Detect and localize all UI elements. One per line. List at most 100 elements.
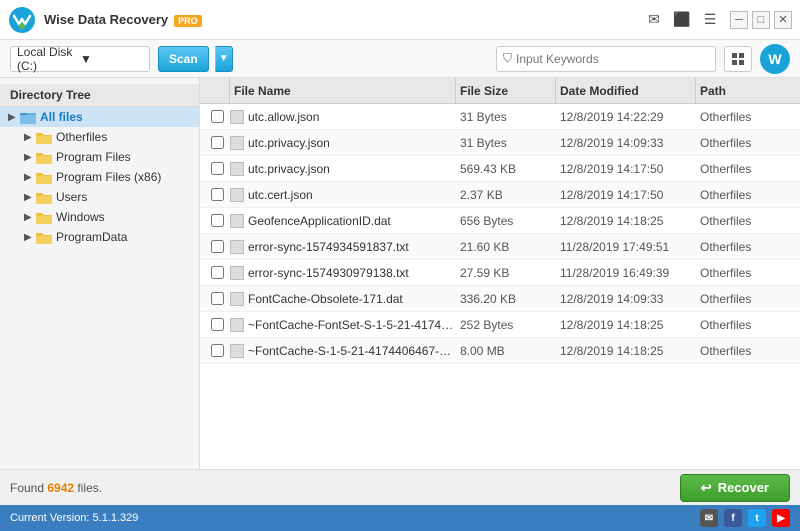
sidebar-item-otherfiles[interactable]: ▶ Otherfiles — [0, 127, 199, 147]
row-checkbox[interactable] — [204, 292, 230, 305]
row-checkbox[interactable] — [204, 214, 230, 227]
file-checkbox-input[interactable] — [211, 318, 224, 331]
drive-label: Local Disk (C:) — [17, 45, 80, 73]
recover-button[interactable]: ↩ Recover — [680, 474, 790, 502]
scan-button[interactable]: Scan — [158, 46, 209, 72]
table-row[interactable]: ~FontCache-FontSet-S-1-5-21-4174406467-3… — [200, 312, 800, 338]
search-input[interactable] — [516, 52, 709, 66]
table-row[interactable]: error-sync-1574930979138.txt 27.59 KB 11… — [200, 260, 800, 286]
email-icon[interactable]: ✉ — [700, 509, 718, 527]
file-checkbox-input[interactable] — [211, 240, 224, 253]
file-type-icon — [230, 318, 244, 332]
table-row[interactable]: utc.allow.json 31 Bytes 12/8/2019 14:22:… — [200, 104, 800, 130]
file-type-icon — [230, 136, 244, 150]
tree-arrow-programfiles: ▶ — [24, 152, 36, 163]
file-path: Otherfiles — [696, 110, 796, 124]
row-checkbox[interactable] — [204, 162, 230, 175]
scan-label: Scan — [169, 52, 198, 66]
file-name-cell: utc.cert.json — [230, 188, 456, 202]
file-type-icon — [230, 344, 244, 358]
file-date: 12/8/2019 14:18:25 — [556, 344, 696, 358]
menu-icon[interactable]: ☰ — [702, 12, 718, 28]
sidebar-item-users[interactable]: ▶ Users — [0, 187, 199, 207]
file-name: ~FontCache-S-1-5-21-4174406467-338816185… — [248, 344, 456, 358]
view-toggle-button[interactable] — [724, 46, 752, 72]
folder-icon-programfilesx86 — [36, 170, 52, 184]
sidebar-item-label-otherfiles: Otherfiles — [56, 130, 107, 144]
file-checkbox-input[interactable] — [211, 292, 224, 305]
col-header-path[interactable]: Path — [696, 78, 796, 103]
version-text: Current Version: 5.1.1.329 — [10, 512, 138, 524]
row-checkbox[interactable] — [204, 136, 230, 149]
folder-icon-allfiles — [20, 110, 36, 124]
file-name: GeofenceApplicationID.dat — [248, 214, 391, 228]
found-text: Found 6942 files. — [10, 481, 102, 495]
tree-arrow-windows: ▶ — [24, 212, 36, 223]
table-row[interactable]: error-sync-1574934591837.txt 21.60 KB 11… — [200, 234, 800, 260]
file-date: 12/8/2019 14:18:25 — [556, 318, 696, 332]
sidebar-item-programfiles[interactable]: ▶ Program Files — [0, 147, 199, 167]
file-path: Otherfiles — [696, 318, 796, 332]
close-button[interactable]: ✕ — [774, 11, 792, 29]
sidebar-item-windows[interactable]: ▶ Windows — [0, 207, 199, 227]
folder-icon-otherfiles — [36, 130, 52, 144]
tree-arrow-programfilesx86: ▶ — [24, 172, 36, 183]
file-checkbox-input[interactable] — [211, 162, 224, 175]
table-row[interactable]: GeofenceApplicationID.dat 656 Bytes 12/8… — [200, 208, 800, 234]
file-size: 569.43 KB — [456, 162, 556, 176]
found-count: 6942 — [47, 481, 74, 495]
youtube-icon[interactable]: ▶ — [772, 509, 790, 527]
file-type-icon — [230, 292, 244, 306]
user-avatar[interactable]: W — [760, 44, 790, 74]
app-title: Wise Data RecoveryPRO — [44, 12, 646, 27]
col-header-filesize[interactable]: File Size — [456, 78, 556, 103]
file-date: 12/8/2019 14:09:33 — [556, 136, 696, 150]
table-row[interactable]: FontCache-Obsolete-171.dat 336.20 KB 12/… — [200, 286, 800, 312]
search-container: ⛉ — [496, 46, 716, 72]
sidebar-item-label-programfiles: Program Files — [56, 150, 131, 164]
file-size: 31 Bytes — [456, 136, 556, 150]
message-icon[interactable]: ✉ — [646, 12, 662, 28]
table-row[interactable]: utc.privacy.json 31 Bytes 12/8/2019 14:0… — [200, 130, 800, 156]
row-checkbox[interactable] — [204, 344, 230, 357]
file-type-icon — [230, 240, 244, 254]
sidebar-item-allfiles[interactable]: ▶ All files — [0, 107, 199, 127]
sidebar-item-programfilesx86[interactable]: ▶ Program Files (x86) — [0, 167, 199, 187]
chat-icon[interactable]: ⬛ — [674, 12, 690, 28]
maximize-button[interactable]: □ — [752, 11, 770, 29]
drive-selector[interactable]: Local Disk (C:) ▼ — [10, 46, 150, 72]
row-checkbox[interactable] — [204, 188, 230, 201]
row-checkbox[interactable] — [204, 266, 230, 279]
scan-dropdown-button[interactable]: ▼ — [215, 46, 233, 72]
file-name: FontCache-Obsolete-171.dat — [248, 292, 403, 306]
title-icon-group: ✉ ⬛ ☰ — [646, 12, 718, 28]
row-checkbox[interactable] — [204, 110, 230, 123]
sidebar-item-programdata[interactable]: ▶ ProgramData — [0, 227, 199, 247]
file-list: utc.allow.json 31 Bytes 12/8/2019 14:22:… — [200, 104, 800, 469]
file-size: 21.60 KB — [456, 240, 556, 254]
file-path: Otherfiles — [696, 266, 796, 280]
tree-arrow-programdata: ▶ — [24, 232, 36, 243]
file-type-icon — [230, 162, 244, 176]
file-size: 252 Bytes — [456, 318, 556, 332]
table-row[interactable]: ~FontCache-S-1-5-21-4174406467-338816185… — [200, 338, 800, 364]
file-checkbox-input[interactable] — [211, 344, 224, 357]
file-path: Otherfiles — [696, 292, 796, 306]
file-size: 8.00 MB — [456, 344, 556, 358]
file-checkbox-input[interactable] — [211, 110, 224, 123]
file-checkbox-input[interactable] — [211, 136, 224, 149]
table-row[interactable]: utc.privacy.json 569.43 KB 12/8/2019 14:… — [200, 156, 800, 182]
twitter-icon[interactable]: t — [748, 509, 766, 527]
minimize-button[interactable]: ─ — [730, 11, 748, 29]
col-header-filename[interactable]: File Name — [230, 78, 456, 103]
file-size: 31 Bytes — [456, 110, 556, 124]
row-checkbox[interactable] — [204, 240, 230, 253]
facebook-icon[interactable]: f — [724, 509, 742, 527]
file-name: utc.allow.json — [248, 110, 319, 124]
col-header-datemodified[interactable]: Date Modified — [556, 78, 696, 103]
file-checkbox-input[interactable] — [211, 214, 224, 227]
file-checkbox-input[interactable] — [211, 188, 224, 201]
table-row[interactable]: utc.cert.json 2.37 KB 12/8/2019 14:17:50… — [200, 182, 800, 208]
row-checkbox[interactable] — [204, 318, 230, 331]
file-checkbox-input[interactable] — [211, 266, 224, 279]
